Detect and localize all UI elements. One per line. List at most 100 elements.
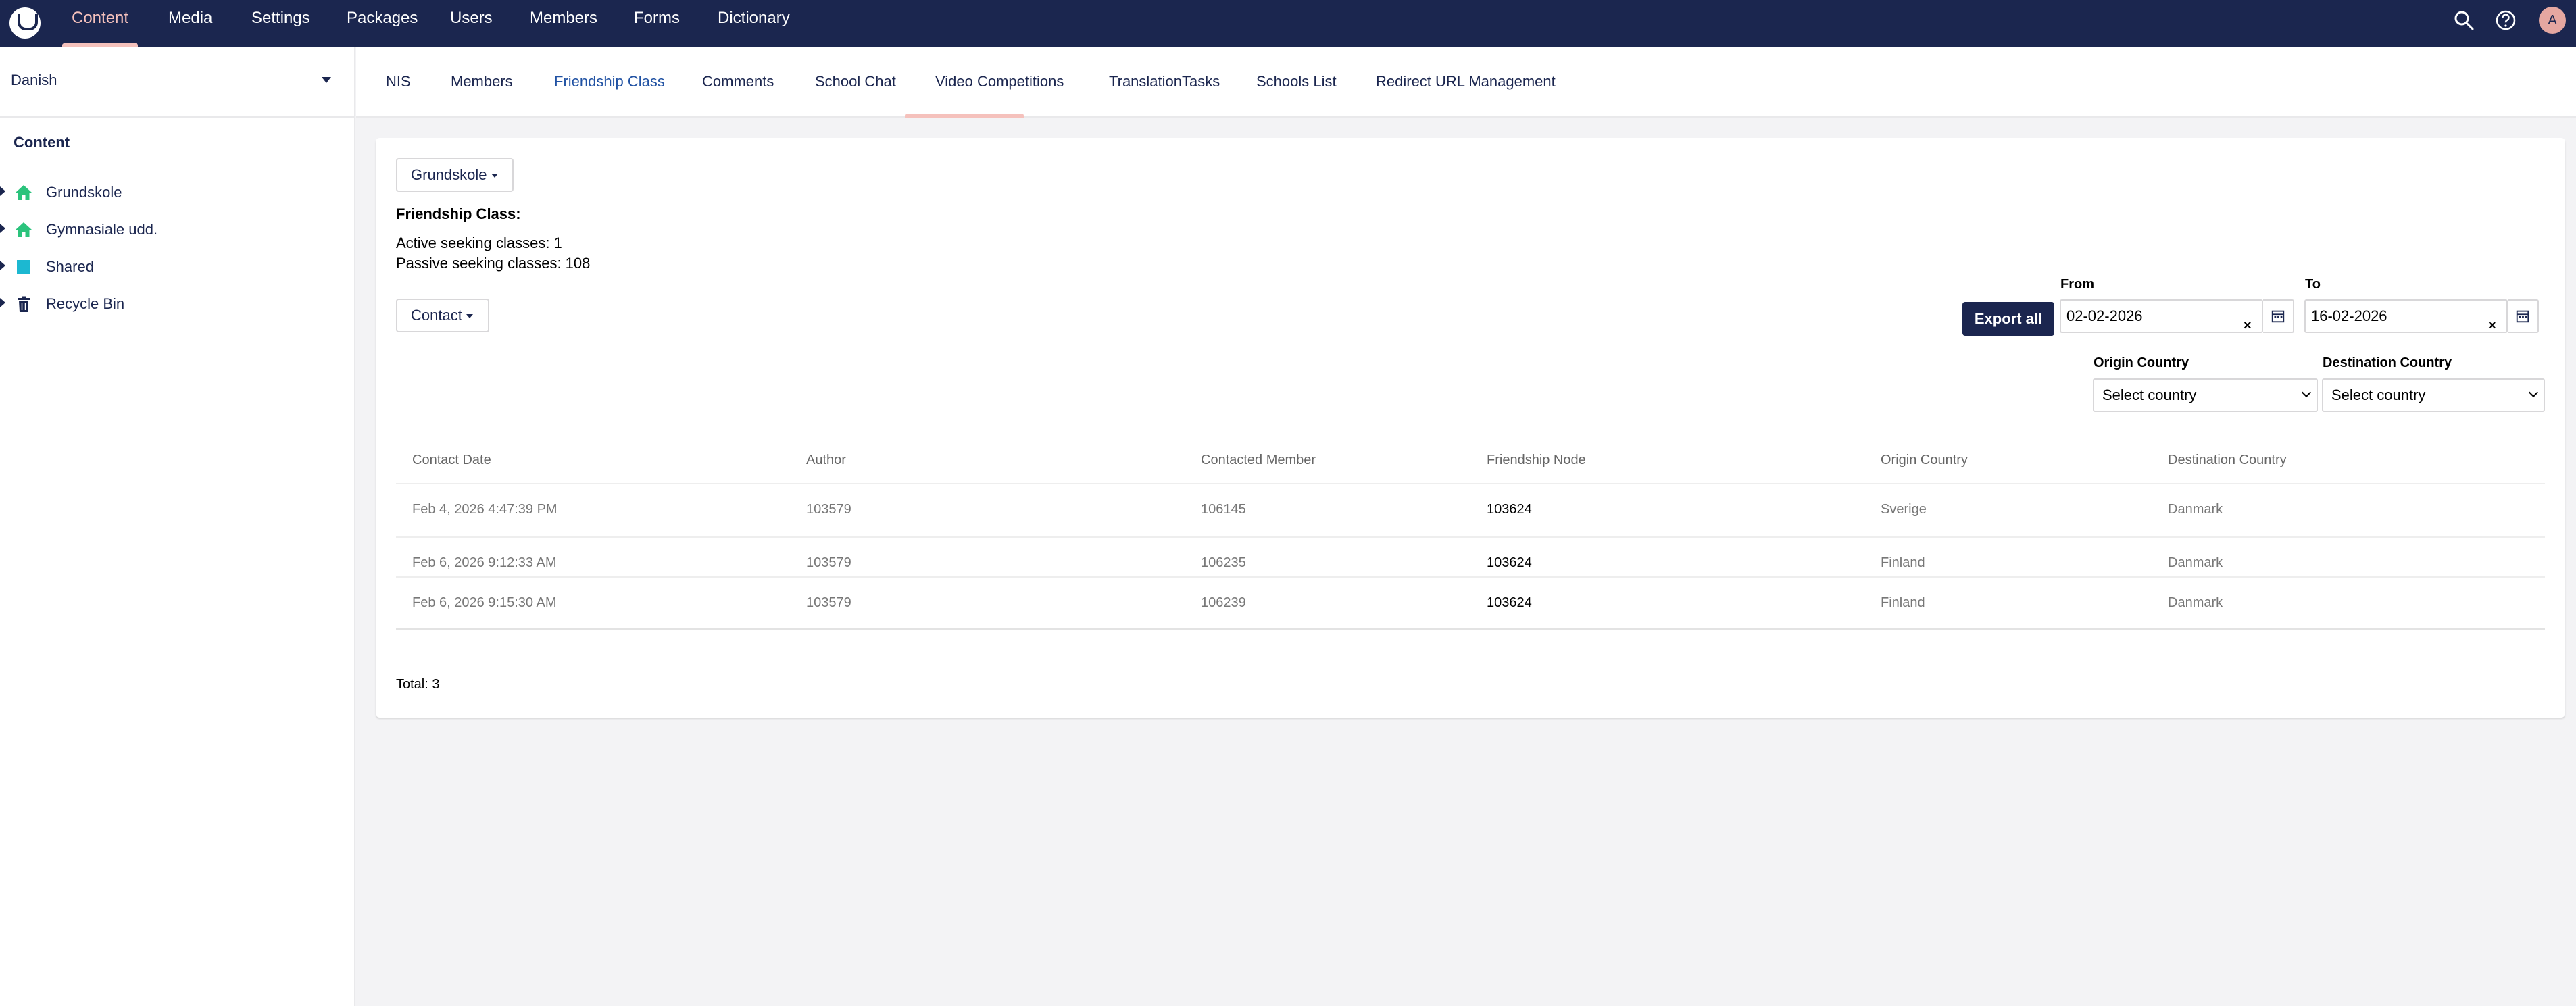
to-date-input[interactable]: 16-02-2026 ×: [2304, 299, 2508, 333]
friendship-class-panel: Grundskole Friendship Class: Active seek…: [376, 138, 2565, 718]
trash-icon: [18, 296, 30, 312]
clear-icon[interactable]: ×: [2244, 310, 2252, 341]
cell-destination-country: Danmark: [2168, 595, 2223, 610]
cell-origin-country: Finland: [1881, 555, 1925, 570]
tab-translation-tasks[interactable]: TranslationTasks: [1109, 73, 1220, 91]
from-date-value: 02-02-2026: [2066, 307, 2143, 324]
cell-contacted-member: 106145: [1201, 502, 1246, 517]
column-header-author[interactable]: Author: [806, 453, 846, 468]
caret-down-icon: [466, 314, 473, 319]
language-selector[interactable]: Danish: [0, 47, 354, 118]
sidebar: Danish Content Grundskole Gymnasiale udd…: [0, 47, 355, 1006]
to-label: To: [2305, 277, 2321, 292]
cell-friendship-node[interactable]: 103624: [1487, 502, 1532, 518]
from-date-input[interactable]: 02-02-2026 ×: [2060, 299, 2263, 333]
cell-origin-country: Finland: [1881, 595, 1925, 610]
view-dropdown[interactable]: Contact: [396, 299, 489, 332]
export-all-button[interactable]: Export all: [1962, 302, 2054, 336]
cell-author: 103579: [806, 555, 851, 570]
nav-packages[interactable]: Packages: [347, 0, 418, 47]
cell-friendship-node[interactable]: 103624: [1487, 555, 1532, 571]
umbraco-logo-icon[interactable]: [9, 7, 41, 39]
destination-country-label: Destination Country: [2323, 355, 2452, 370]
column-header-origin-country[interactable]: Origin Country: [1881, 453, 1968, 468]
cell-destination-country: Danmark: [2168, 555, 2223, 570]
cell-contacted-member: 106235: [1201, 555, 1246, 570]
tree-item-label: Recycle Bin: [46, 295, 125, 312]
tab-school-chat[interactable]: School Chat: [815, 73, 896, 91]
cell-author: 103579: [806, 502, 851, 517]
active-seeking-count: Active seeking classes: 1: [396, 234, 562, 251]
tab-comments[interactable]: Comments: [702, 73, 774, 91]
from-label: From: [2060, 277, 2094, 292]
chevron-down-icon: [2528, 387, 2539, 398]
cell-destination-country: Danmark: [2168, 502, 2223, 517]
chevron-down-icon: [2301, 387, 2312, 398]
tab-schools-list[interactable]: Schools List: [1256, 73, 1337, 91]
table-row[interactable]: Feb 4, 2026 4:47:39 PM 103579 106145 103…: [396, 483, 2545, 536]
tree-item-recycle-bin[interactable]: Recycle Bin: [0, 288, 351, 318]
column-header-friendship-node[interactable]: Friendship Node: [1487, 453, 1586, 468]
expand-arrow-icon[interactable]: [0, 186, 5, 196]
contacts-table: Contact Date Author Contacted Member Fri…: [396, 438, 2545, 630]
calendar-icon[interactable]: [2263, 299, 2294, 333]
passive-seeking-count: Passive seeking classes: 108: [396, 255, 591, 272]
view-dropdown-label: Contact: [411, 307, 462, 324]
home-icon: [16, 222, 32, 237]
school-type-dropdown[interactable]: Grundskole: [396, 158, 514, 192]
expand-arrow-icon[interactable]: [0, 224, 5, 233]
caret-down-icon: [491, 174, 498, 178]
caret-down-icon: [322, 77, 331, 83]
top-navigation-bar: Content Media Settings Packages Users Me…: [0, 0, 2576, 47]
origin-country-select[interactable]: Select country: [2093, 378, 2318, 412]
square-icon: [17, 260, 30, 274]
school-type-label: Grundskole: [411, 166, 487, 183]
language-label: Danish: [11, 72, 57, 89]
user-avatar[interactable]: A: [2539, 7, 2566, 34]
nav-settings[interactable]: Settings: [251, 0, 310, 47]
tab-video-competitions[interactable]: Video Competitions: [935, 73, 1064, 91]
tree-item-label: Grundskole: [46, 184, 122, 201]
tree-heading: Content: [14, 134, 70, 151]
expand-arrow-icon[interactable]: [0, 261, 5, 270]
tree-item-label: Shared: [46, 258, 94, 275]
tab-redirect-url-management[interactable]: Redirect URL Management: [1376, 73, 1556, 91]
cell-friendship-node[interactable]: 103624: [1487, 595, 1532, 611]
tab-members[interactable]: Members: [451, 73, 513, 91]
section-heading: Friendship Class:: [396, 205, 521, 222]
nav-content[interactable]: Content: [72, 0, 128, 47]
home-icon: [16, 185, 32, 200]
column-header-destination-country[interactable]: Destination Country: [2168, 453, 2287, 468]
active-tab-indicator: [905, 114, 1024, 118]
calendar-icon[interactable]: [2508, 299, 2539, 333]
table-row[interactable]: Feb 6, 2026 9:15:30 AM 103579 106239 103…: [396, 576, 2545, 630]
cell-contact-date: Feb 4, 2026 4:47:39 PM: [412, 502, 558, 517]
search-icon[interactable]: [2452, 8, 2476, 32]
nav-dictionary[interactable]: Dictionary: [718, 0, 790, 47]
nav-members[interactable]: Members: [530, 0, 597, 47]
cell-author: 103579: [806, 595, 851, 610]
total-count: Total: 3: [396, 677, 440, 692]
expand-arrow-icon[interactable]: [0, 298, 5, 307]
tree-item-label: Gymnasiale udd.: [46, 221, 158, 238]
tab-friendship-class[interactable]: Friendship Class: [554, 73, 665, 91]
column-header-contact-date[interactable]: Contact Date: [412, 453, 491, 468]
nav-media[interactable]: Media: [168, 0, 212, 47]
to-date-value: 16-02-2026: [2311, 307, 2387, 324]
origin-country-label: Origin Country: [2094, 355, 2189, 370]
nav-forms[interactable]: Forms: [634, 0, 680, 47]
tree-item-grundskole[interactable]: Grundskole: [0, 177, 351, 207]
tree-item-gymnasiale[interactable]: Gymnasiale udd.: [0, 214, 351, 244]
destination-country-value: Select country: [2331, 386, 2426, 403]
tab-nis[interactable]: NIS: [386, 73, 411, 91]
nav-users[interactable]: Users: [450, 0, 493, 47]
tree-item-shared[interactable]: Shared: [0, 251, 351, 281]
cell-contacted-member: 106239: [1201, 595, 1246, 610]
cell-contact-date: Feb 6, 2026 9:15:30 AM: [412, 595, 557, 610]
section-tabs: NIS Members Friendship Class Comments Sc…: [356, 47, 2576, 118]
column-header-contacted-member[interactable]: Contacted Member: [1201, 453, 1316, 468]
cell-origin-country: Sverige: [1881, 502, 1927, 517]
help-icon[interactable]: [2494, 8, 2518, 32]
destination-country-select[interactable]: Select country: [2322, 378, 2545, 412]
clear-icon[interactable]: ×: [2488, 310, 2496, 341]
